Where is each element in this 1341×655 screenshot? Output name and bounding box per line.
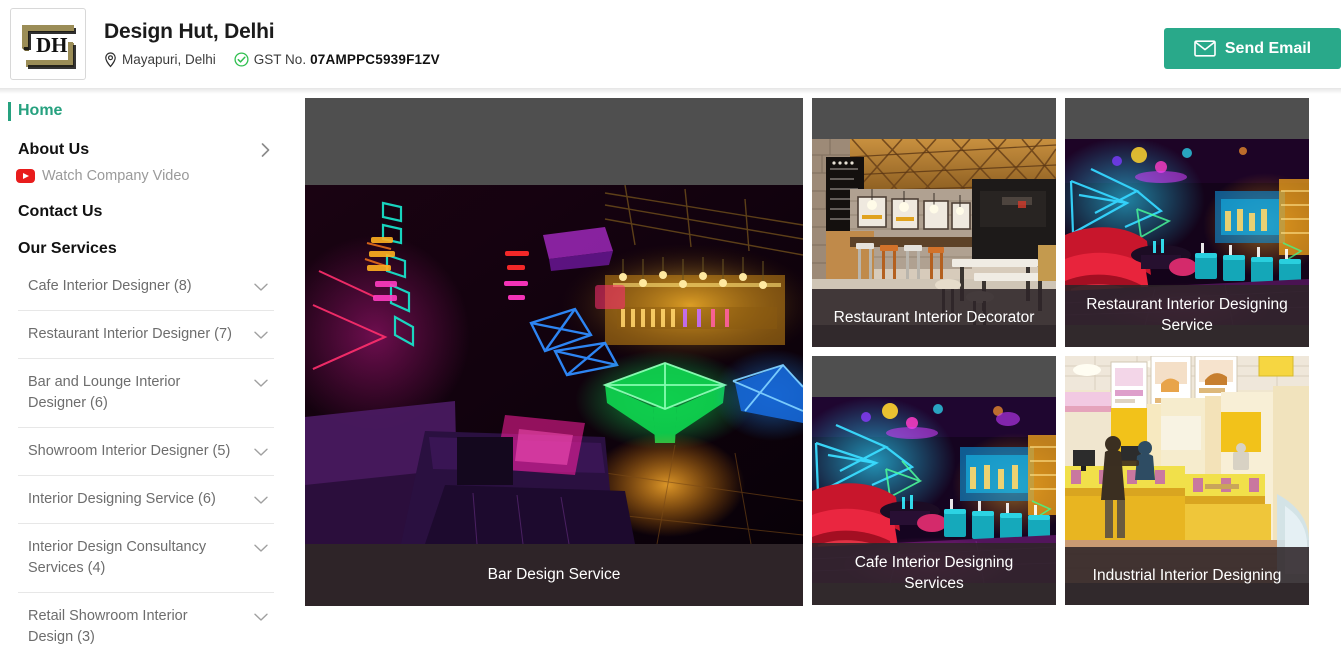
- sidebar-item-contact-us-label: Contact Us: [18, 203, 103, 220]
- service-item-label: Showroom Interior Designer (5): [28, 443, 231, 460]
- service-item-label: Interior Designing Service (6): [28, 491, 216, 508]
- gst-label: GST No.: [253, 52, 307, 68]
- envelope-icon: [1194, 40, 1216, 57]
- sidebar-item-about-us[interactable]: About Us: [0, 136, 292, 164]
- service-item-label: Interior Design Consultancy Services (4): [28, 539, 207, 577]
- sidebar-item-home[interactable]: Home: [8, 100, 292, 122]
- youtube-play-icon: [16, 169, 35, 183]
- gst-info: GST No. 07AMPPC5939F1ZV: [234, 52, 440, 67]
- chevron-down-icon[interactable]: [254, 609, 268, 627]
- service-item-retail-showroom-interior-design[interactable]: Retail Showroom Interior Design (3): [18, 592, 274, 655]
- chevron-down-icon[interactable]: [254, 492, 268, 510]
- gallery-card-restaurant-interior-designing-service[interactable]: Restaurant Interior Designing Service: [1065, 98, 1309, 347]
- gallery-card-cafe-interior-designing-services[interactable]: Cafe Interior Designing Services: [812, 356, 1056, 605]
- watch-company-video-label: Watch Company Video: [42, 168, 190, 184]
- gallery-card-bar-design-service[interactable]: Bar Design Service: [305, 98, 803, 606]
- gallery-card-industrial-interior-designing[interactable]: Industrial Interior Designing: [1065, 356, 1309, 605]
- gallery-card-restaurant-interior-decorator[interactable]: Restaurant Interior Decorator: [812, 98, 1056, 347]
- company-location: Mayapuri, Delhi: [104, 51, 216, 68]
- gst-number: 07AMPPC5939F1ZV: [310, 52, 440, 68]
- chevron-down-icon[interactable]: [254, 444, 268, 462]
- service-item-cafe-interior-designer[interactable]: Cafe Interior Designer (8): [18, 266, 274, 310]
- gallery-card-caption: Restaurant Interior Decorator: [812, 289, 1056, 347]
- chevron-down-icon[interactable]: [254, 375, 268, 393]
- service-item-label: Cafe Interior Designer (8): [28, 278, 192, 294]
- chevron-down-icon[interactable]: [254, 327, 268, 345]
- services-gallery: Bar Design Service Restaurant Interior D…: [292, 88, 1341, 655]
- send-email-label: Send Email: [1224, 39, 1312, 57]
- service-item-label: Restaurant Interior Designer (7): [28, 326, 232, 343]
- service-item-interior-design-consultancy-services[interactable]: Interior Design Consultancy Services (4): [18, 523, 274, 592]
- our-services-heading: Our Services: [18, 240, 117, 257]
- gallery-card-caption: Restaurant Interior Designing Service: [1065, 285, 1309, 347]
- company-logo: DH: [10, 8, 86, 80]
- chevron-right-icon: [261, 143, 270, 157]
- svg-text:DH: DH: [36, 33, 68, 57]
- company-info: Design Hut, Delhi Mayapuri, Delhi GST No…: [104, 20, 1341, 67]
- service-item-interior-designing-service[interactable]: Interior Designing Service (6): [18, 475, 274, 523]
- gallery-grid: Restaurant Interior Decorator Restaurant…: [812, 98, 1309, 605]
- service-item-label: Retail Showroom Interior Design (3): [28, 608, 188, 646]
- page-header: DH Design Hut, Delhi Mayapuri, Delhi GST…: [0, 0, 1341, 94]
- service-item-bar-and-lounge-interior-designer[interactable]: Bar and Lounge Interior Designer (6): [18, 358, 274, 427]
- verified-check-icon: [234, 52, 249, 67]
- service-item-label: Bar and Lounge Interior Designer (6): [28, 374, 181, 412]
- sidebar-nav: Home About Us Watch Company Video Contac…: [0, 88, 292, 655]
- service-item-showroom-interior-designer[interactable]: Showroom Interior Designer (5): [18, 427, 274, 475]
- sidebar-item-about-us-label: About Us: [18, 141, 90, 158]
- chevron-down-icon[interactable]: [254, 279, 268, 297]
- send-email-button[interactable]: Send Email: [1164, 28, 1341, 69]
- gallery-card-caption: Industrial Interior Designing: [1065, 547, 1309, 605]
- location-pin-icon: [104, 51, 117, 68]
- services-list: Cafe Interior Designer (8) Restaurant In…: [0, 266, 292, 655]
- page-title: Design Hut, Delhi: [104, 20, 275, 44]
- company-location-label: Mayapuri, Delhi: [122, 52, 216, 68]
- gallery-card-caption: Bar Design Service: [305, 544, 803, 606]
- sidebar-item-contact-us[interactable]: Contact Us: [0, 198, 292, 226]
- service-item-restaurant-interior-designer[interactable]: Restaurant Interior Designer (7): [18, 310, 274, 358]
- sidebar-item-home-label: Home: [18, 102, 63, 119]
- page-body: Home About Us Watch Company Video Contac…: [0, 88, 1341, 655]
- bar-design-service-image: [305, 185, 803, 544]
- chevron-down-icon[interactable]: [254, 540, 268, 558]
- active-indicator-bar: [8, 101, 11, 121]
- company-meta: Mayapuri, Delhi GST No. 07AMPPC5939F1ZV: [104, 51, 1341, 68]
- gallery-card-caption: Cafe Interior Designing Services: [812, 543, 1056, 605]
- watch-company-video-link[interactable]: Watch Company Video: [0, 168, 292, 184]
